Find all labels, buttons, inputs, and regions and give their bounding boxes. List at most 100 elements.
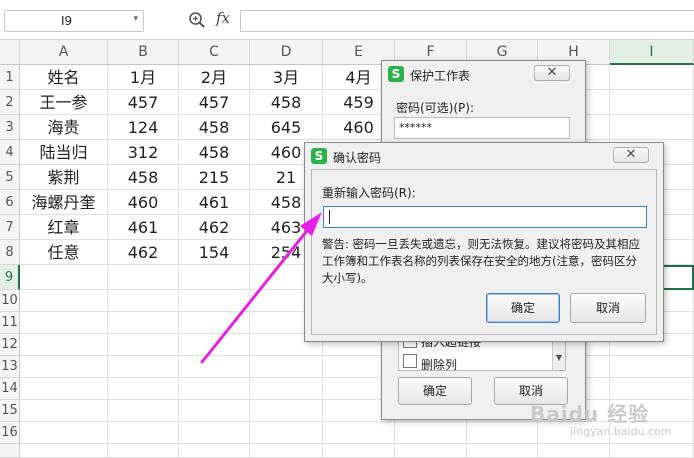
cell-b8[interactable]: 462	[108, 240, 179, 265]
row-header-17[interactable]	[0, 444, 20, 458]
chevron-down-icon[interactable]: ▾	[133, 14, 138, 24]
cell-a14[interactable]	[20, 378, 108, 400]
column-header-i[interactable]: I	[610, 40, 694, 65]
cell-b12[interactable]	[108, 334, 179, 356]
cell-f16[interactable]	[395, 422, 467, 444]
cell-i13[interactable]	[610, 356, 694, 378]
row-header-4[interactable]: 4	[0, 140, 20, 165]
cell-d13[interactable]	[250, 356, 323, 378]
name-box[interactable]: I9 ▾	[4, 10, 144, 32]
cell-b5[interactable]: 458	[108, 165, 179, 190]
row-header-1[interactable]: 1	[0, 65, 20, 90]
cell-c13[interactable]	[179, 356, 250, 378]
cell-e17[interactable]	[323, 444, 395, 458]
row-header-7[interactable]: 7	[0, 215, 20, 240]
checkbox-icon[interactable]	[403, 354, 417, 368]
row-header-10[interactable]: 10	[0, 290, 20, 312]
row-header-12[interactable]: 12	[0, 334, 20, 356]
cell-d16[interactable]	[250, 422, 323, 444]
cell-c11[interactable]	[179, 312, 250, 334]
cell-a2[interactable]: 王一参	[20, 90, 108, 115]
cell-i2[interactable]	[610, 90, 694, 115]
row-header-15[interactable]: 15	[0, 400, 20, 422]
cell-d14[interactable]	[250, 378, 323, 400]
cell-a6[interactable]: 海螺丹奎	[20, 190, 108, 215]
fx-icon[interactable]: fx	[216, 9, 230, 27]
row-header-8[interactable]: 8	[0, 240, 20, 265]
column-header-b[interactable]: B	[108, 40, 179, 65]
cell-c14[interactable]	[179, 378, 250, 400]
column-header-a[interactable]: A	[20, 40, 108, 65]
cell-a9[interactable]	[20, 265, 108, 290]
cell-c10[interactable]	[179, 290, 250, 312]
cell-f17[interactable]	[395, 444, 467, 458]
cell-b11[interactable]	[108, 312, 179, 334]
cell-b2[interactable]: 457	[108, 90, 179, 115]
cell-b3[interactable]: 124	[108, 115, 179, 140]
confirm-dialog-titlebar[interactable]: S 确认密码 ✕	[305, 143, 663, 169]
cell-c5[interactable]: 215	[179, 165, 250, 190]
cell-a12[interactable]	[20, 334, 108, 356]
cell-c6[interactable]: 461	[179, 190, 250, 215]
cell-d1[interactable]: 3月	[250, 65, 323, 90]
cell-d3[interactable]: 645	[250, 115, 323, 140]
cell-c4[interactable]: 458	[179, 140, 250, 165]
cell-b4[interactable]: 312	[108, 140, 179, 165]
cell-c15[interactable]	[179, 400, 250, 422]
cell-i1[interactable]	[610, 65, 694, 90]
cell-d2[interactable]: 458	[250, 90, 323, 115]
cell-b17[interactable]	[108, 444, 179, 458]
row-header-3[interactable]: 3	[0, 115, 20, 140]
cell-a17[interactable]	[20, 444, 108, 458]
cell-b15[interactable]	[108, 400, 179, 422]
zoom-icon[interactable]	[188, 11, 206, 29]
cell-c2[interactable]: 457	[179, 90, 250, 115]
cell-a8[interactable]: 任意	[20, 240, 108, 265]
confirm-ok-button[interactable]: 确定	[486, 293, 560, 323]
cell-c12[interactable]	[179, 334, 250, 356]
cell-a10[interactable]	[20, 290, 108, 312]
column-header-d[interactable]: D	[250, 40, 323, 65]
cell-c9[interactable]	[179, 265, 250, 290]
confirm-cancel-button[interactable]: 取消	[570, 293, 646, 323]
protect-ok-button[interactable]: 确定	[398, 377, 472, 405]
row-header-13[interactable]: 13	[0, 356, 20, 378]
row-header-11[interactable]: 11	[0, 312, 20, 334]
row-header-5[interactable]: 5	[0, 165, 20, 190]
cell-b9[interactable]	[108, 265, 179, 290]
column-header-c[interactable]: C	[179, 40, 250, 65]
cell-d15[interactable]	[250, 400, 323, 422]
cell-c1[interactable]: 2月	[179, 65, 250, 90]
cell-a3[interactable]: 海贵	[20, 115, 108, 140]
cell-a1[interactable]: 姓名	[20, 65, 108, 90]
cell-a5[interactable]: 紫荆	[20, 165, 108, 190]
cell-b14[interactable]	[108, 378, 179, 400]
cell-i17[interactable]	[610, 444, 694, 458]
formula-input[interactable]	[240, 10, 694, 32]
cell-h17[interactable]	[538, 444, 610, 458]
cell-a7[interactable]: 红章	[20, 215, 108, 240]
reenter-password-field[interactable]	[323, 206, 647, 228]
cell-b7[interactable]: 461	[108, 215, 179, 240]
cell-c7[interactable]: 462	[179, 215, 250, 240]
row-header-2[interactable]: 2	[0, 90, 20, 115]
cell-c3[interactable]: 458	[179, 115, 250, 140]
row-header-16[interactable]: 16	[0, 422, 20, 444]
row-header-6[interactable]: 6	[0, 190, 20, 215]
cell-a16[interactable]	[20, 422, 108, 444]
cell-c16[interactable]	[179, 422, 250, 444]
cell-a11[interactable]	[20, 312, 108, 334]
cell-a15[interactable]	[20, 400, 108, 422]
cell-e16[interactable]	[323, 422, 395, 444]
cell-i3[interactable]	[610, 115, 694, 140]
cell-c17[interactable]	[179, 444, 250, 458]
cell-b10[interactable]	[108, 290, 179, 312]
cell-g16[interactable]	[467, 422, 538, 444]
password-field[interactable]: ******	[394, 117, 570, 139]
protect-dialog-titlebar[interactable]: S 保护工作表 ✕	[382, 61, 585, 87]
close-icon[interactable]: ✕	[613, 147, 649, 163]
cell-i14[interactable]	[610, 378, 694, 400]
cell-g17[interactable]	[467, 444, 538, 458]
cell-b16[interactable]	[108, 422, 179, 444]
row-header-14[interactable]: 14	[0, 378, 20, 400]
